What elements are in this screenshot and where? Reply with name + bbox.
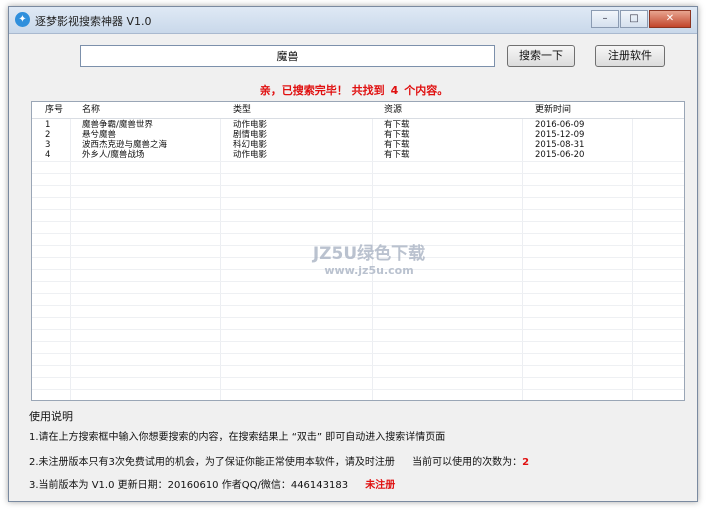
row-updated: 2016-06-09	[535, 120, 585, 130]
table-row[interactable]: 3 波西杰克逊与魔兽之海 科幻电影 有下载 2015-08-31	[32, 140, 684, 150]
usage-heading: 使用说明	[29, 410, 73, 423]
status-prefix: 亲，已搜索完毕！ 共找到	[259, 84, 385, 97]
row-gridline	[32, 209, 684, 210]
usage-line-3: 3.当前版本为 V1.0 更新日期：20160610 作者QQ/微信：44614…	[29, 476, 395, 491]
bird-icon: ✦	[15, 12, 30, 27]
search-input[interactable]	[80, 45, 495, 67]
table-row[interactable]: 1 魔兽争霸/魔兽世界 动作电影 有下载 2016-06-09	[32, 120, 684, 130]
watermark-url: www.jz5u.com	[324, 264, 414, 277]
row-type: 科幻电影	[233, 140, 268, 150]
row-gridline	[32, 221, 684, 222]
result-count: 4	[390, 84, 399, 97]
register-button[interactable]: 注册软件	[595, 45, 665, 67]
maximize-button[interactable]: □	[620, 10, 648, 28]
row-name: 魔兽争霸/魔兽世界	[82, 120, 153, 130]
row-gridline	[32, 389, 684, 390]
row-gridline	[32, 377, 684, 378]
row-resource: 有下载	[384, 140, 410, 150]
row-gridline	[32, 365, 684, 366]
header-type[interactable]: 类型	[233, 102, 251, 118]
row-gridline	[32, 293, 684, 294]
row-gridline	[32, 281, 684, 282]
row-gridline	[32, 197, 684, 198]
table-header: 序号 名称 类型 资源 更新时间	[32, 102, 684, 119]
row-gridline	[32, 317, 684, 318]
search-button[interactable]: 搜索一下	[507, 45, 575, 67]
remaining-label: 当前可以使用的次数为：	[412, 457, 523, 468]
row-index: 1	[45, 120, 51, 130]
table-row[interactable]: 2 悬兮魔兽 剧情电影 有下载 2015-12-09	[32, 130, 684, 140]
watermark: JZ5U绿色下载 www.jz5u.com	[299, 239, 439, 277]
usage-line-2-text: 2.未注册版本只有3次免费试用的机会，为了保证你能正常使用本软件，请及时注册	[29, 457, 395, 468]
row-name: 波西杰克逊与魔兽之海	[82, 140, 168, 150]
row-gridline	[32, 161, 684, 162]
title-bar[interactable]: ✦ 逐梦影视搜索神器 V1.0 – □ ✕	[9, 7, 697, 34]
registration-status: 未注册	[365, 480, 396, 491]
table-row[interactable]: 4 外乡人/魔兽战场 动作电影 有下载 2015-06-20	[32, 150, 684, 160]
header-index[interactable]: 序号	[45, 102, 63, 118]
close-button[interactable]: ✕	[649, 10, 691, 28]
row-resource: 有下载	[384, 150, 410, 160]
row-updated: 2015-08-31	[535, 140, 585, 150]
window-controls: – □ ✕	[590, 10, 691, 28]
watermark-title: JZ5U绿色下载	[312, 244, 426, 264]
header-updated[interactable]: 更新时间	[535, 102, 571, 118]
version-info: 3.当前版本为 V1.0 更新日期：20160610 作者QQ/微信：44614…	[29, 480, 349, 491]
row-type: 动作电影	[233, 150, 268, 160]
row-name: 悬兮魔兽	[82, 130, 117, 140]
row-gridline	[32, 329, 684, 330]
row-gridline	[32, 233, 684, 234]
row-type: 动作电影	[233, 120, 268, 130]
header-resource[interactable]: 资源	[384, 102, 402, 118]
usage-line-2: 2.未注册版本只有3次免费试用的机会，为了保证你能正常使用本软件，请及时注册 当…	[29, 453, 529, 468]
remaining-count: 2	[522, 457, 530, 468]
row-gridline	[32, 173, 684, 174]
row-index: 2	[45, 130, 51, 140]
row-index: 3	[45, 140, 51, 150]
row-resource: 有下载	[384, 130, 410, 140]
usage-line-1: 1.请在上方搜索框中输入你想要搜索的内容，在搜索结果上 “双击” 即可自动进入搜…	[29, 432, 446, 443]
row-gridline	[32, 341, 684, 342]
status-suffix: 个内容。	[404, 84, 449, 97]
window-title: 逐梦影视搜索神器 V1.0	[35, 15, 152, 28]
search-status: 亲，已搜索完毕！ 共找到 4 个内容。	[9, 82, 699, 98]
row-gridline	[32, 305, 684, 306]
row-name: 外乡人/魔兽战场	[82, 150, 145, 160]
row-updated: 2015-06-20	[535, 150, 585, 160]
row-gridline	[32, 353, 684, 354]
row-index: 4	[45, 150, 51, 160]
app-window: ✦ 逐梦影视搜索神器 V1.0 – □ ✕ 搜索一下 注册软件 亲，已搜索完毕！…	[8, 6, 698, 502]
row-resource: 有下载	[384, 120, 410, 130]
row-gridline	[32, 185, 684, 186]
row-updated: 2015-12-09	[535, 130, 585, 140]
minimize-button[interactable]: –	[591, 10, 619, 28]
row-type: 剧情电影	[233, 130, 268, 140]
header-name[interactable]: 名称	[82, 102, 100, 118]
